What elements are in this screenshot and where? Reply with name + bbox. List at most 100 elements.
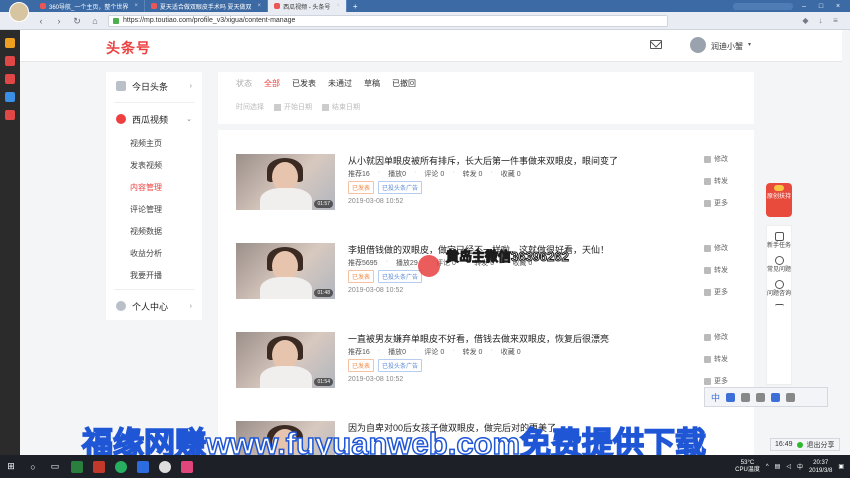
favorites-icon[interactable] [5,38,15,48]
clipboard-icon [774,232,784,241]
browser-tab-1[interactable]: 夏天适合做双眼皮手术吗 夏天做双 × [145,0,269,12]
sidebar-item-video-home[interactable]: 视频主页 [106,133,202,155]
taskbar-app[interactable] [132,455,154,478]
menu-icon[interactable]: ≡ [831,16,840,25]
edit-button[interactable]: 修改 [704,154,728,164]
tab-close-icon[interactable]: × [336,3,340,9]
back-icon[interactable]: ‹ [36,16,46,26]
maximize-icon[interactable]: □ [815,2,827,11]
task-view-icon[interactable]: ▭ [44,455,66,478]
taskbar-app[interactable] [88,455,110,478]
share-button[interactable]: 转发 [704,265,728,275]
app-icon[interactable] [5,56,15,66]
tab-close-icon[interactable]: × [134,3,138,9]
close-window-icon[interactable]: × [832,2,844,11]
sidebar-item-video-data[interactable]: 视频数据 [106,221,202,243]
share-button[interactable]: 转发 [704,176,728,186]
edit-button[interactable]: 修改 [704,243,728,253]
address-bar-row: ‹ › ↻ ⌂ https://mp.toutiao.com/profile_v… [0,12,850,30]
sidebar-item-content-manage[interactable]: 内容管理 [106,177,202,199]
video-title[interactable]: 从小就因单眼皮被所有排斥，长大后第一件事做来双眼皮，眼间变了 [348,154,618,167]
username[interactable]: 润迪小蟹 [711,41,743,52]
filter-drafts[interactable]: 草稿 [364,78,380,89]
filter-published[interactable]: 已发表 [292,78,316,89]
forward-icon[interactable]: › [54,16,64,26]
duration-badge: 01:57 [314,200,333,208]
stop-share-label[interactable]: 退出分享 [807,440,835,450]
video-thumbnail[interactable]: 01:57 [236,154,335,210]
system-clock[interactable]: 20:37 2019/3/8 [809,459,832,475]
sidebar-item-go-live[interactable]: 我要开播 [106,265,202,287]
original-support-promo[interactable]: 原创扶持 [766,183,792,217]
network-icon[interactable]: ▤ [775,463,781,470]
ime-icon[interactable] [771,392,781,402]
start-button[interactable]: ⊞ [0,455,22,478]
new-tab-button[interactable]: + [347,2,364,11]
video-thumbnail[interactable]: 01:54 [236,332,335,388]
video-title[interactable]: 一直被男友嫌弃单眼皮不好看，借钱去做来双眼皮，恢复后很漂亮 [348,332,609,345]
newbie-tasks-button[interactable]: 新手任务 [767,232,791,250]
home-icon[interactable]: ⌂ [90,16,100,26]
sidebar-section-xigua[interactable]: 西瓜视频 ⌄ [106,105,202,133]
share-button[interactable]: 转发 [704,354,728,364]
filter-rejected[interactable]: 未通过 [328,78,352,89]
more-button[interactable]: 更多 [704,198,728,208]
share-icon [704,355,711,363]
cpu-temp[interactable]: 53°C CPU温度 [735,460,760,474]
sidebar-item-comment-manage[interactable]: 评论管理 [106,199,202,221]
sidebar-item-publish-video[interactable]: 发表视频 [106,155,202,177]
ime-icon[interactable] [756,392,766,402]
app-icon[interactable] [5,92,15,102]
filter-withdrawn[interactable]: 已撤回 [392,78,416,89]
system-tray: 53°C CPU温度 ^ ▤ ◁ 中 20:37 2019/3/8 ▣ [735,459,850,475]
ime-icon[interactable] [726,392,736,402]
avatar[interactable] [690,37,706,53]
tabbar-extension[interactable] [733,2,793,10]
back-to-top-button[interactable] [767,304,791,313]
sidebar-item-revenue[interactable]: 收益分析 [106,243,202,265]
app-icon[interactable] [5,110,15,120]
tab-close-icon[interactable]: × [258,3,262,9]
ime-icon[interactable] [741,392,751,402]
screen-share-widget[interactable]: 16:49 退出分享 [770,438,840,451]
minimize-icon[interactable]: – [798,2,810,11]
taskbar-app[interactable] [66,455,88,478]
faq-button[interactable]: 常见问题 [767,256,791,274]
ime-language[interactable]: 中 [711,391,720,404]
notification-icon[interactable]: ▣ [838,463,844,470]
browser-profile-avatar[interactable] [9,2,29,22]
ime-icon[interactable] [786,392,796,402]
toutiao-logo[interactable]: 头条号 [106,38,151,58]
mail-icon[interactable] [650,40,662,49]
taskbar-app[interactable] [154,455,176,478]
edit-button[interactable]: 修改 [704,332,728,342]
more-button[interactable]: 更多 [704,376,728,386]
xigua-icon [116,114,126,124]
consult-button[interactable]: 问题咨询 [767,280,791,298]
taskbar-app[interactable] [176,455,198,478]
more-button[interactable]: 更多 [704,287,728,297]
pencil-icon [704,155,711,163]
sidebar-section-toutiao[interactable]: 今日头条 › [106,72,202,100]
chevron-down-icon[interactable]: ▾ [748,41,751,48]
share-icon [704,266,711,274]
weibo-icon[interactable] [5,74,15,84]
status-badges: 已发表 已投头条广告 [348,270,423,283]
browser-side-strip [0,30,20,455]
video-thumbnail[interactable]: 01:48 [236,243,335,299]
tray-chevron-icon[interactable]: ^ [766,464,769,470]
taskbar-app[interactable] [110,455,132,478]
browser-tab-2[interactable]: 西瓜视频 - 头条号 × [268,0,347,12]
ime-indicator[interactable]: 中 [797,462,803,471]
filter-all[interactable]: 全部 [264,78,280,89]
download-icon[interactable]: ↓ [816,16,825,25]
end-date-field[interactable]: 结束日期 [322,102,360,112]
start-date-field[interactable]: 开始日期 [274,102,312,112]
volume-icon[interactable]: ◁ [786,463,791,470]
url-input[interactable]: https://mp.toutiao.com/profile_v3/xigua/… [108,14,668,27]
browser-tab-0[interactable]: 360导航_一个主页，整个世界 × [34,0,145,12]
search-icon[interactable]: ○ [22,455,44,478]
sidebar-section-profile[interactable]: 个人中心 › [106,292,202,320]
refresh-icon[interactable]: ↻ [72,16,82,26]
extension-icon[interactable]: ◆ [801,16,810,25]
